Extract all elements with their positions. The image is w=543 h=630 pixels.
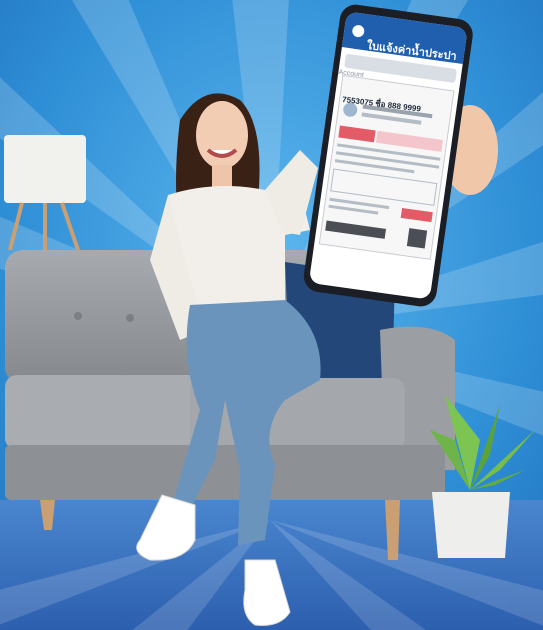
scene-illustration [0, 0, 543, 630]
floor-lamp [4, 135, 86, 251]
advert-scene: ใบแจ้งค่าน้ำประปา Account 7553075 ชื่อ 8… [0, 0, 543, 630]
